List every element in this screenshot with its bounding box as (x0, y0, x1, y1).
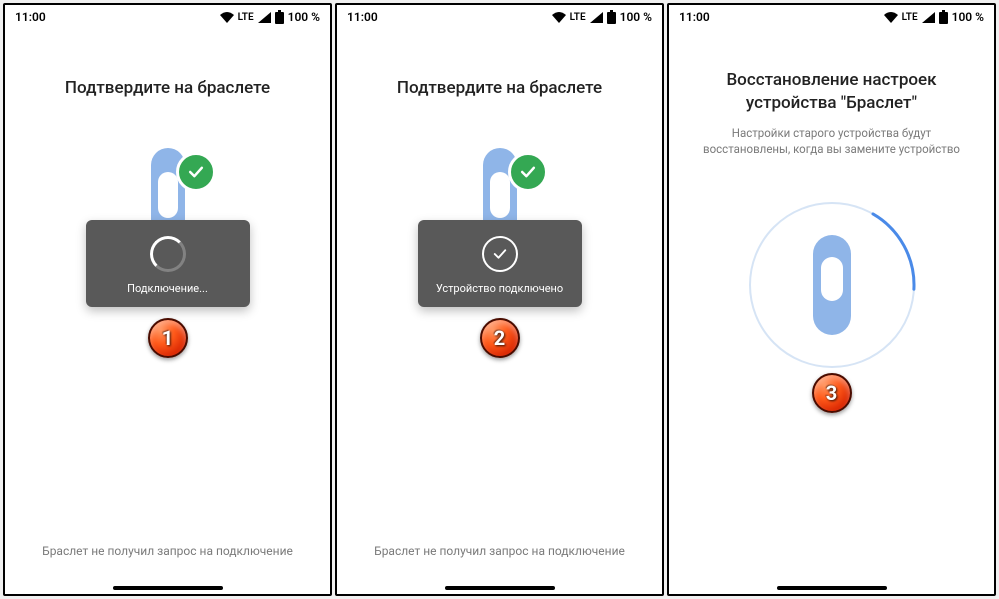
wifi-icon (884, 12, 898, 23)
screen-content: Восстановление настроек устройства "Брас… (669, 29, 994, 594)
step-marker: 3 (812, 373, 852, 413)
status-battery-text: 100 % (288, 10, 320, 24)
page-title: Подтвердите на браслете (65, 77, 270, 100)
connected-toast: Устройство подключено (418, 220, 582, 307)
status-bar: 11:00 LTE 100 % (669, 5, 994, 29)
battery-icon (939, 10, 948, 24)
status-bar: 11:00 LTE 100 % (5, 5, 330, 29)
check-circle-icon (482, 236, 518, 272)
status-battery-text: 100 % (952, 10, 984, 24)
page-title: Подтвердите на браслете (397, 77, 602, 100)
graphic-area: Подключение... 1 (19, 148, 316, 378)
screen-content: Подтвердите на браслете Устройство подкл… (337, 29, 662, 594)
page-title: Восстановление настроек устройства "Брас… (683, 69, 980, 115)
toast-text: Устройство подключено (436, 282, 563, 295)
progress-ring (742, 195, 922, 375)
phone-screen-1: 11:00 LTE 100 % Подтвердите на браслете … (3, 3, 332, 596)
status-time: 11:00 (679, 10, 710, 24)
phone-screen-2: 11:00 LTE 100 % Подтвердите на браслете … (335, 3, 664, 596)
status-right: LTE 100 % (552, 10, 652, 24)
battery-icon (275, 10, 284, 24)
status-network: LTE (570, 12, 586, 23)
status-right: LTE 100 % (884, 10, 984, 24)
status-network: LTE (902, 12, 918, 23)
step-marker: 1 (148, 318, 188, 358)
status-right: LTE 100 % (220, 10, 320, 24)
footer-help-link[interactable]: Браслет не получил запрос на подключение (42, 544, 293, 558)
status-time: 11:00 (347, 10, 378, 24)
nav-bar-handle[interactable] (445, 586, 555, 590)
status-time: 11:00 (15, 10, 46, 24)
wifi-icon (220, 12, 234, 23)
signal-icon (590, 12, 603, 23)
checkmark-badge-icon (508, 152, 548, 192)
step-marker: 2 (480, 318, 520, 358)
spinner-icon (150, 236, 186, 272)
graphic-area: 3 (683, 185, 980, 415)
checkmark-badge-icon (176, 152, 216, 192)
screen-content: Подтвердите на браслете Подключение... 1… (5, 29, 330, 594)
status-bar: 11:00 LTE 100 % (337, 5, 662, 29)
wifi-icon (552, 12, 566, 23)
phone-screen-3: 11:00 LTE 100 % Восстановление настроек … (667, 3, 996, 596)
toast-text: Подключение... (127, 282, 208, 295)
connecting-toast: Подключение... (86, 220, 250, 307)
page-subtitle: Настройки старого устройства будут восст… (683, 125, 980, 157)
footer-help-link[interactable]: Браслет не получил запрос на подключение (374, 544, 625, 558)
signal-icon (922, 12, 935, 23)
status-network: LTE (238, 12, 254, 23)
band-illustration (813, 235, 851, 335)
nav-bar-handle[interactable] (777, 586, 887, 590)
signal-icon (258, 12, 271, 23)
graphic-area: Устройство подключено 2 (351, 148, 648, 378)
nav-bar-handle[interactable] (113, 586, 223, 590)
battery-icon (607, 10, 616, 24)
status-battery-text: 100 % (620, 10, 652, 24)
